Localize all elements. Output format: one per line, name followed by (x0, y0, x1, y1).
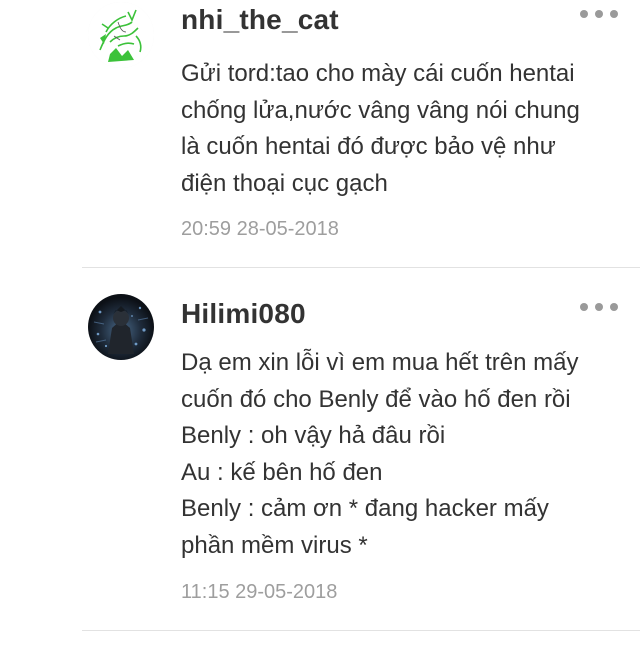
comment-text: Gửi tord:tao cho mày cái cuốn hentai chố… (181, 56, 626, 202)
comment-line: Dạ em xin lỗi vì em mua hết trên mấy (181, 349, 579, 376)
comment-line: Au : kế bên hố đen (181, 458, 383, 486)
username[interactable]: Hilimi080 (181, 298, 306, 330)
more-options-icon[interactable] (580, 300, 620, 312)
comment-item: Hilimi080 Dạ em xin lỗi vì em mua hết tr… (0, 268, 640, 632)
dark-character-avatar-icon (88, 294, 154, 360)
comment-line: điện thoại cục gạch (181, 169, 388, 197)
comment-line: là cuốn hentai đó được bảo vệ như (181, 133, 556, 160)
timestamp: 20:59 28-05-2018 (181, 218, 339, 240)
sketch-avatar-icon (88, 2, 154, 68)
comment-line: Benly : cảm ơn * đang hacker mấy (181, 495, 549, 522)
comment-line: cuốn đó cho Benly để vào hố đen rồi (181, 385, 571, 413)
timestamp: 11:15 29-05-2018 (181, 581, 338, 603)
comment-line: chống lửa,nước vâng vâng nói chung (181, 96, 580, 124)
comment-line: Benly : oh vậy hả đâu rồi (181, 422, 446, 449)
comment-line: Gửi tord:tao cho mày cái cuốn hentai (181, 60, 575, 87)
username[interactable]: nhi_the_cat (181, 4, 339, 36)
divider (82, 630, 640, 631)
comment-item: nhi_the_cat Gửi tord:tao cho mày cái cuố… (0, 0, 640, 268)
avatar[interactable] (88, 294, 154, 360)
more-options-icon[interactable] (580, 7, 620, 19)
comment-line: phần mềm virus * (181, 531, 368, 559)
avatar[interactable] (88, 2, 154, 68)
comment-text: Dạ em xin lỗi vì em mua hết trên mấy cuố… (181, 345, 626, 564)
